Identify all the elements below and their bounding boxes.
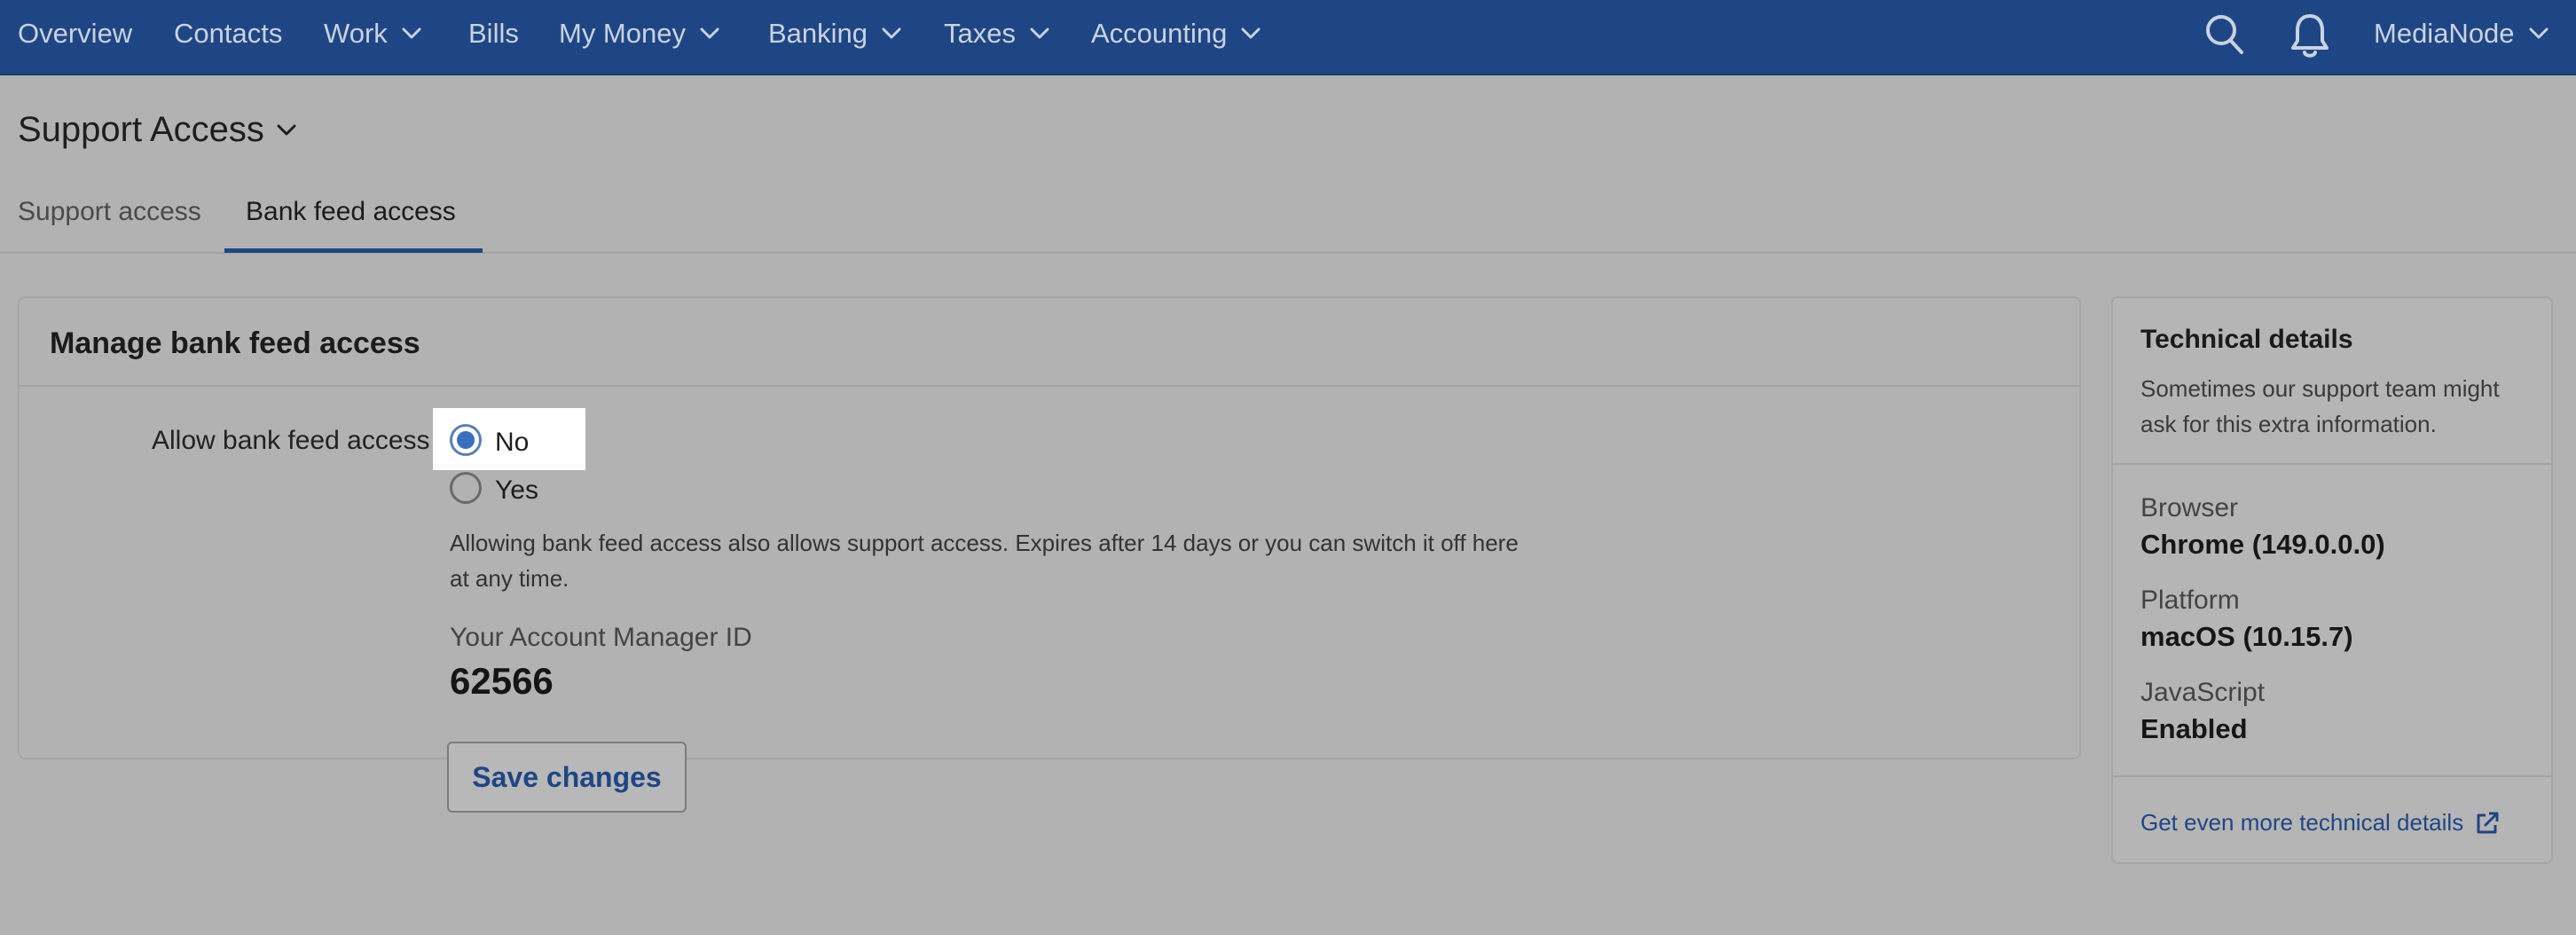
radio-no-label[interactable]: No: [495, 428, 529, 458]
account-manager-label: Your Account Manager ID: [450, 623, 752, 652]
account-manager-id: 62566: [450, 660, 554, 702]
radio-yes-label[interactable]: Yes: [495, 475, 538, 506]
save-changes-button[interactable]: Save changes: [447, 742, 687, 813]
card-title: Manage bank feed access: [50, 326, 420, 360]
nav-item-label: Accounting: [1091, 18, 1228, 49]
technical-details-panel: Technical details Sometimes our support …: [2111, 296, 2553, 864]
nav-item-bills[interactable]: Bills: [468, 16, 519, 51]
platform-label: Platform: [2140, 585, 2240, 615]
nav-item-label: Work: [324, 18, 388, 49]
tab-support-access[interactable]: Support access: [18, 197, 201, 227]
nav-item-work[interactable]: Work: [324, 16, 421, 51]
javascript-label: JavaScript: [2140, 678, 2266, 707]
nav-item-label: My Money: [559, 18, 686, 49]
nav-item-label: Taxes: [944, 18, 1016, 49]
javascript-value: Enabled: [2140, 713, 2248, 744]
chevron-down-icon: [700, 28, 719, 40]
nav-item-overview[interactable]: Overview: [18, 16, 132, 51]
nav-item-label: Overview: [18, 18, 133, 49]
panel-divider: [2113, 775, 2551, 777]
card-divider: [20, 385, 2079, 387]
nav-item-label: Contacts: [174, 18, 283, 49]
nav-item-accounting[interactable]: Accounting: [1091, 16, 1261, 51]
bell-icon[interactable]: [2289, 11, 2331, 65]
chevron-down-icon: [882, 28, 901, 40]
radio-no[interactable]: [450, 424, 482, 456]
nav-item-taxes[interactable]: Taxes: [944, 16, 1049, 51]
nav-item-label: Banking: [768, 18, 868, 49]
more-technical-details-label: Get even more technical details: [2140, 809, 2464, 836]
browser-label: Browser: [2140, 493, 2239, 522]
nav-item-label: Bills: [468, 18, 519, 49]
page-title-text: Support Access: [18, 110, 264, 149]
platform-value: macOS (10.15.7): [2140, 621, 2353, 652]
chevron-down-icon: [1241, 28, 1261, 40]
account-menu[interactable]: MediaNode: [2374, 16, 2549, 51]
tab-bank-feed-access[interactable]: Bank feed access: [246, 197, 456, 227]
panel-divider: [2113, 463, 2551, 465]
search-icon[interactable]: [2203, 11, 2246, 61]
chevron-down-icon: [2529, 28, 2549, 40]
chevron-down-icon: [1030, 28, 1049, 40]
top-navigation-bar: Overview Contacts Work Bills My Money Ba…: [0, 0, 2576, 75]
technical-details-description: Sometimes our support team might ask for…: [2140, 375, 2500, 437]
bank-feed-access-card: Manage bank feed access Allow bank feed …: [18, 296, 2081, 759]
technical-details-title: Technical details: [2140, 325, 2353, 354]
external-link-icon: [2474, 810, 2501, 837]
allow-bank-feed-label: Allow bank feed access: [152, 426, 430, 455]
account-name: MediaNode: [2374, 18, 2515, 49]
helper-text: Allowing bank feed access also allows su…: [450, 530, 1519, 592]
more-technical-details-link[interactable]: Get even more technical details: [2140, 809, 2501, 837]
active-tab-indicator: [224, 248, 483, 253]
nav-item-contacts[interactable]: Contacts: [174, 16, 282, 51]
browser-value: Chrome (149.0.0.0): [2140, 529, 2385, 560]
chevron-down-icon: [402, 28, 421, 40]
nav-item-banking[interactable]: Banking: [768, 16, 901, 51]
chevron-down-icon: [277, 124, 296, 137]
page-title[interactable]: Support Access: [18, 110, 296, 150]
nav-item-my-money[interactable]: My Money: [559, 16, 719, 51]
radio-yes[interactable]: [450, 472, 482, 504]
